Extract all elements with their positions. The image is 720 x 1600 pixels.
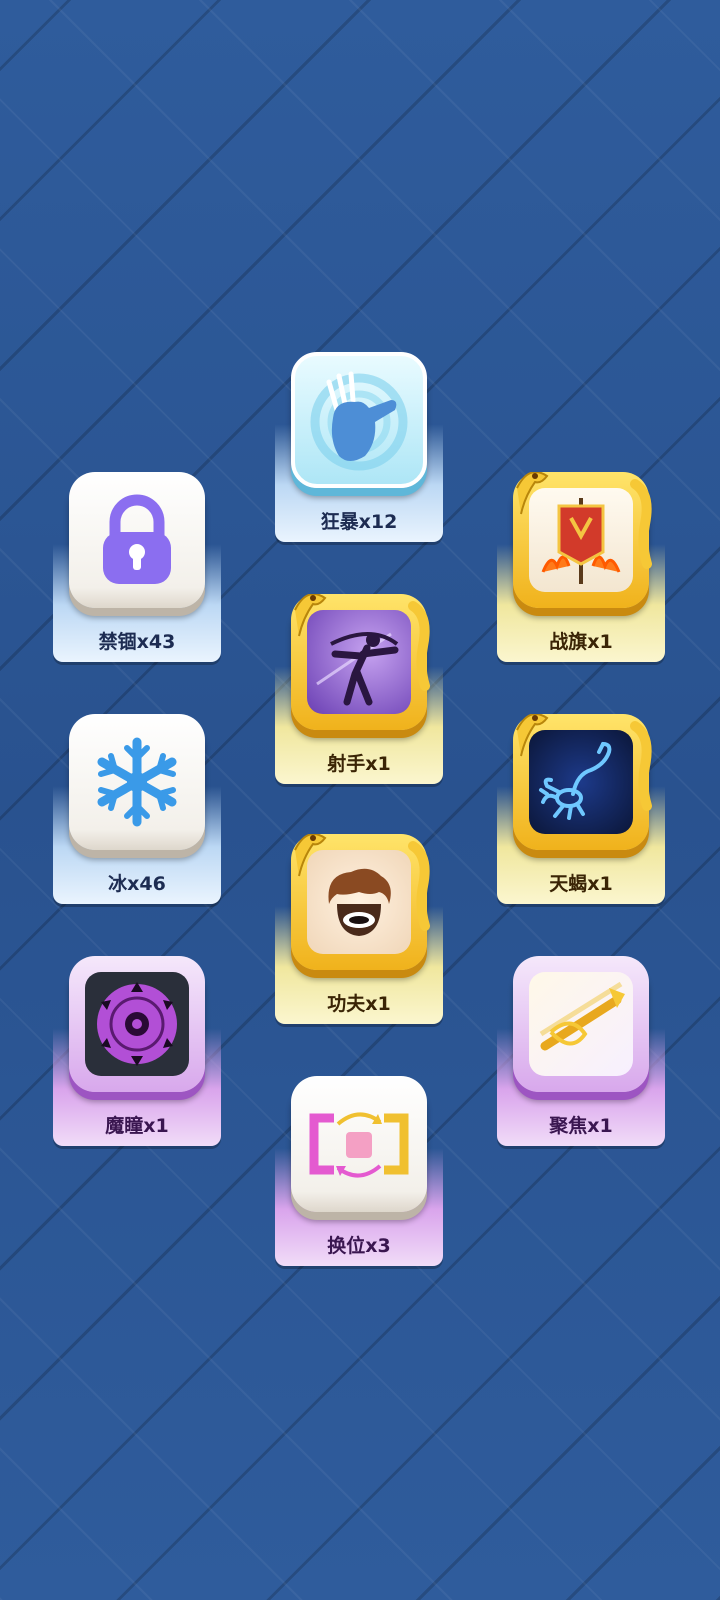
skill-label: 射手x1 (327, 753, 391, 775)
skill-label: 冰x46 (108, 873, 166, 895)
skill-card-sheshou[interactable]: 射手x1 (275, 594, 443, 784)
focus-bow-icon (539, 981, 625, 1051)
skill-tile (513, 956, 649, 1092)
skill-label: 狂暴x12 (320, 511, 398, 533)
magic-eye-icon (97, 982, 177, 1066)
scorpion-icon (539, 742, 612, 820)
skill-card-tianxie[interactable]: 天蝎x1 (497, 714, 665, 904)
snowflake-icon (97, 737, 177, 827)
skill-label: 聚焦x1 (549, 1115, 613, 1137)
skill-tile (291, 1076, 427, 1212)
skill-tile (69, 714, 205, 850)
skill-card-jingu[interactable]: 禁锢x43 (53, 472, 221, 662)
skill-card-zhanqi[interactable]: 战旗x1 (497, 472, 665, 662)
skill-tile (291, 834, 427, 970)
skill-card-gongfu[interactable]: 功夫x1 (275, 834, 443, 1024)
skill-label: 天蝎x1 (549, 873, 613, 895)
skill-label: 禁锢x43 (98, 631, 176, 653)
skill-card-bing[interactable]: 冰x46 (53, 714, 221, 904)
skill-card-kuangbao[interactable]: 狂暴x12 (275, 352, 443, 542)
skill-tile (513, 714, 649, 850)
archer-icon (316, 632, 399, 706)
skill-tile (69, 956, 205, 1092)
skill-card-jujiao[interactable]: 聚焦x1 (497, 956, 665, 1146)
swap-icon (309, 1112, 409, 1178)
skill-tile (69, 472, 205, 608)
rage-icon (310, 371, 408, 471)
skill-card-huanwei[interactable]: 换位x3 (275, 1076, 443, 1266)
skill-card-motong[interactable]: 魔瞳x1 (53, 956, 221, 1146)
kungfu-icon (328, 868, 391, 936)
lock-icon (103, 494, 171, 584)
skill-label: 战旗x1 (549, 631, 613, 653)
skill-tile (513, 472, 649, 608)
skill-tile (291, 594, 427, 730)
skill-tile (291, 352, 427, 488)
skill-label: 功夫x1 (327, 993, 391, 1015)
skill-label: 换位x3 (327, 1235, 391, 1257)
skill-label: 魔瞳x1 (105, 1115, 169, 1137)
war-banner-icon (541, 498, 621, 584)
